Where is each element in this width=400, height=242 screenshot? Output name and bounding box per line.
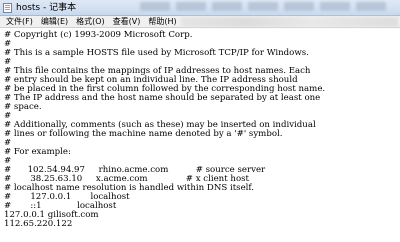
menu-bar: 文件(F) 编辑(E) 格式(O) 查看(V) 帮助(H) xyxy=(0,16,400,28)
editor-line: # lines or following the machine name de… xyxy=(4,129,283,139)
menu-view[interactable]: 查看(V) xyxy=(109,16,145,27)
menu-format[interactable]: 格式(O) xyxy=(72,16,109,27)
menu-help[interactable]: 帮助(H) xyxy=(144,16,180,27)
title-bar[interactable]: hosts - 记事本 xyxy=(0,0,400,16)
blurred-background xyxy=(140,2,400,13)
notepad-window: hosts - 记事本 文件(F) 编辑(E) 格式(O) 查看(V) 帮助(H… xyxy=(0,0,400,242)
menu-file[interactable]: 文件(F) xyxy=(0,16,37,27)
text-editor[interactable]: # Copyright (c) 1993-2009 Microsoft Corp… xyxy=(0,29,400,242)
notepad-icon xyxy=(3,3,12,13)
menu-edit[interactable]: 编辑(E) xyxy=(37,16,72,27)
editor-line: # This is a sample HOSTS file used by Mi… xyxy=(4,48,309,58)
editor-line: # Copyright (c) 1993-2009 Microsoft Corp… xyxy=(4,30,193,40)
blurred-background xyxy=(180,16,398,27)
editor-line: # The IP address and the host name shoul… xyxy=(4,93,321,103)
editor-line: 112.65.220.122 xyxy=(4,219,73,229)
window-title: hosts - 记事本 xyxy=(16,3,77,13)
editor-line: # For example: xyxy=(4,147,71,157)
